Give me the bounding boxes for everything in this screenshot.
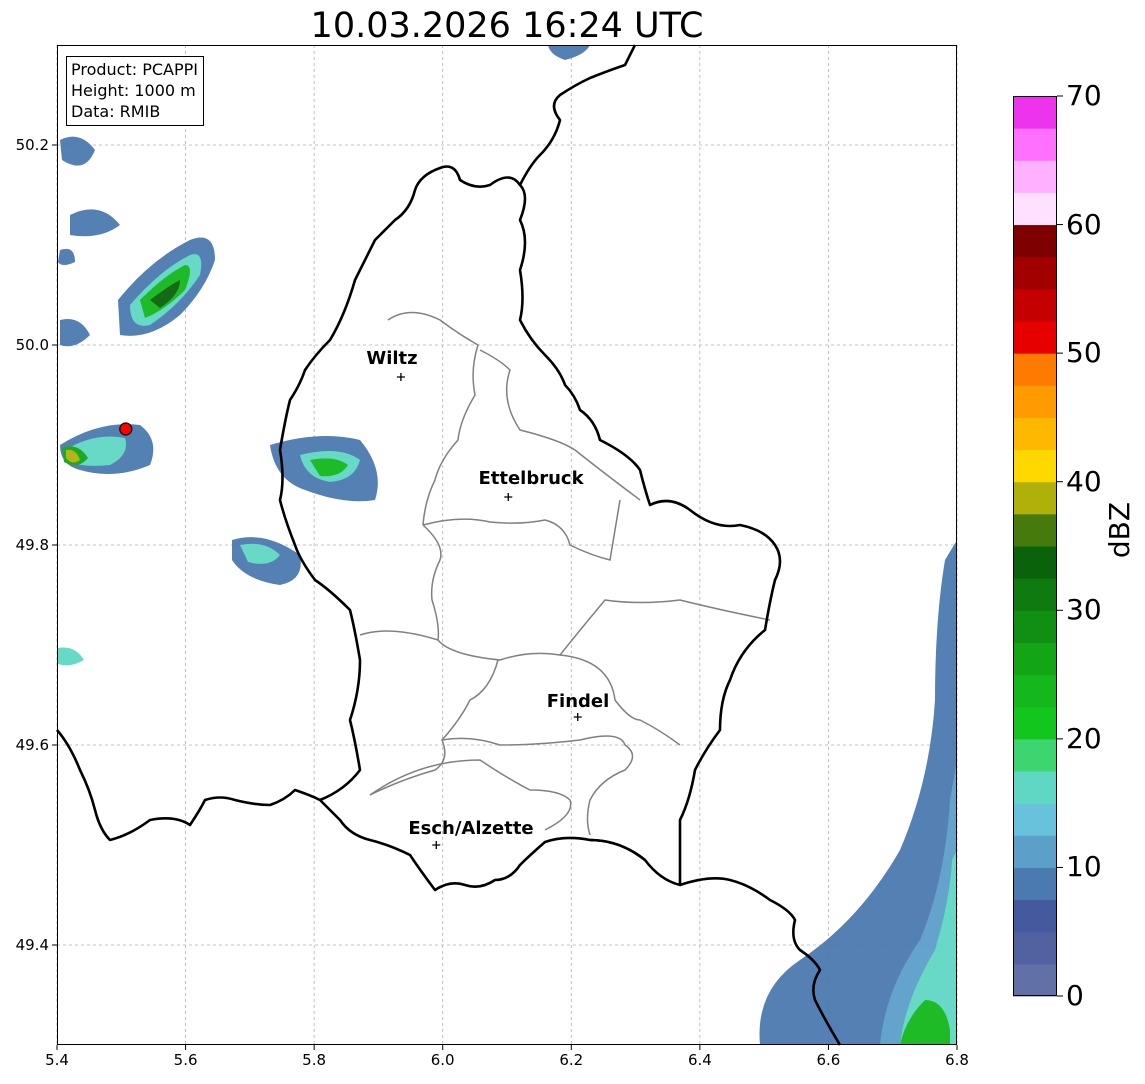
colorbar-segment bbox=[1013, 288, 1057, 322]
colorbar-segment bbox=[1013, 224, 1057, 258]
y-tick-label: 49.6 bbox=[15, 736, 49, 754]
y-tick-label: 50.0 bbox=[15, 336, 49, 354]
colorbar-segment bbox=[1013, 803, 1057, 836]
colorbar-segment bbox=[1013, 96, 1057, 129]
colorbar-tick-label: 20 bbox=[1066, 721, 1102, 755]
colorbar-segment bbox=[1013, 706, 1057, 740]
x-tick-label: 5.6 bbox=[173, 1051, 198, 1069]
city-label-esch-alzette: Esch/Alzette bbox=[408, 818, 534, 839]
radar-site-marker bbox=[119, 422, 133, 436]
colorbar-segment bbox=[1013, 771, 1057, 804]
colorbar-tick-label: 50 bbox=[1066, 336, 1102, 370]
x-tick-label: 5.4 bbox=[45, 1051, 69, 1069]
colorbar bbox=[1013, 95, 1063, 997]
colorbar-tick-label: 70 bbox=[1066, 79, 1102, 112]
x-tick-label: 6.8 bbox=[945, 1051, 969, 1069]
x-tick-label: 6.4 bbox=[687, 1051, 712, 1069]
x-tick-label: 6.0 bbox=[430, 1051, 455, 1069]
x-tick-label: 6.2 bbox=[559, 1051, 584, 1069]
x-tick-label: 6.6 bbox=[816, 1051, 841, 1069]
radar-map bbox=[52, 44, 1063, 1050]
colorbar-segment bbox=[1013, 128, 1057, 161]
y-tick-label: 49.8 bbox=[15, 536, 49, 554]
colorbar-tick-label: 0 bbox=[1066, 979, 1084, 1012]
colorbar-segment bbox=[1013, 513, 1057, 547]
colorbar-segment bbox=[1013, 321, 1057, 354]
colorbar-segment bbox=[1013, 449, 1057, 483]
colorbar-segment bbox=[1013, 192, 1057, 226]
y-tick-label: 50.2 bbox=[15, 136, 49, 154]
colorbar-segment bbox=[1013, 256, 1057, 290]
colorbar-segment bbox=[1013, 899, 1057, 933]
colorbar-segment bbox=[1013, 160, 1057, 193]
city-label-wiltz: Wiltz bbox=[366, 348, 418, 369]
colorbar-tick-label: 60 bbox=[1066, 207, 1102, 241]
colorbar-segment bbox=[1013, 867, 1057, 901]
info-box: Product: PCAPPI Height: 1000 m Data: RMI… bbox=[66, 56, 205, 126]
colorbar-segment bbox=[1013, 578, 1057, 611]
colorbar-segment bbox=[1013, 674, 1057, 708]
colorbar-segment bbox=[1013, 353, 1057, 386]
height-text: Height: 1000 m bbox=[71, 81, 196, 100]
colorbar-segment bbox=[1013, 738, 1057, 772]
city-label-ettelbruck: Ettelbruck bbox=[478, 468, 584, 489]
colorbar-segment bbox=[1013, 931, 1057, 965]
colorbar-segment bbox=[1013, 610, 1057, 643]
colorbar-segment bbox=[1013, 835, 1057, 868]
x-tick-label: 5.8 bbox=[302, 1051, 327, 1069]
data-source-text: Data: RMIB bbox=[71, 102, 161, 121]
colorbar-tick-label: 30 bbox=[1066, 593, 1102, 627]
colorbar-label: dBZ bbox=[1103, 501, 1136, 559]
colorbar-segment bbox=[1013, 385, 1057, 418]
colorbar-segment bbox=[1013, 417, 1057, 451]
y-tick-label: 49.4 bbox=[15, 936, 49, 954]
colorbar-segment bbox=[1013, 963, 1057, 997]
colorbar-segment bbox=[1013, 481, 1057, 515]
city-label-findel: Findel bbox=[546, 691, 610, 712]
colorbar-tick-label: 10 bbox=[1066, 850, 1102, 884]
product-text: Product: PCAPPI bbox=[71, 60, 199, 79]
colorbar-tick-label: 40 bbox=[1066, 464, 1102, 498]
colorbar-segment bbox=[1013, 642, 1057, 676]
colorbar-segment bbox=[1013, 546, 1057, 579]
